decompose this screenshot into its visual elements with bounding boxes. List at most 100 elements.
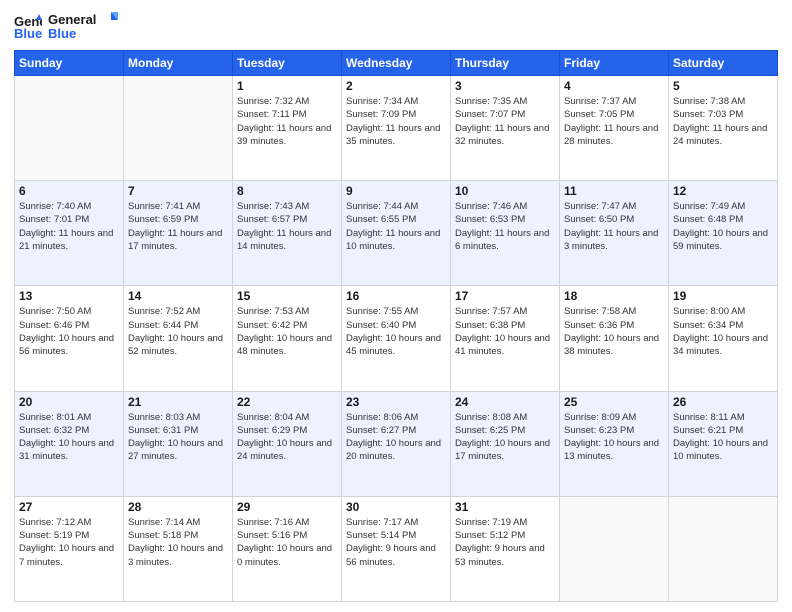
day-number: 17 (455, 289, 555, 303)
calendar-week-row: 27 Sunrise: 7:12 AM Sunset: 5:19 PM Dayli… (15, 496, 778, 601)
calendar-cell: 7 Sunrise: 7:41 AM Sunset: 6:59 PM Daylig… (124, 181, 233, 286)
calendar-cell: 2 Sunrise: 7:34 AM Sunset: 7:09 PM Daylig… (342, 76, 451, 181)
day-info: Sunrise: 7:35 AM Sunset: 7:07 PM Dayligh… (455, 95, 555, 148)
page: General Blue General Blue SundayMondayTu… (0, 0, 792, 612)
calendar-cell: 5Sunrise: 7:38 AM Sunset: 7:03 PM Daylig… (669, 76, 778, 181)
calendar-cell: 17Sunrise: 7:57 AM Sunset: 6:38 PM Dayli… (451, 286, 560, 391)
day-info: Sunrise: 8:03 AM Sunset: 6:31 PM Dayligh… (128, 411, 228, 464)
day-number: 22 (237, 395, 337, 409)
calendar-cell: 18 Sunrise: 7:58 AM Sunset: 6:36 PM Dayli… (560, 286, 669, 391)
day-info: Sunrise: 7:43 AM Sunset: 6:57 PM Dayligh… (237, 200, 337, 253)
weekday-header: Saturday (669, 51, 778, 76)
day-info: Sunrise: 7:52 AM Sunset: 6:44 PM Dayligh… (128, 305, 228, 358)
calendar-cell: 16Sunrise: 7:55 AM Sunset: 6:40 PM Dayli… (342, 286, 451, 391)
day-info: Sunrise: 7:44 AM Sunset: 6:55 PM Dayligh… (346, 200, 446, 253)
calendar-cell: 25 Sunrise: 8:09 AM Sunset: 6:23 PM Dayli… (560, 391, 669, 496)
calendar-header-row: SundayMondayTuesdayWednesdayThursdayFrid… (15, 51, 778, 76)
day-info: Sunrise: 7:49 AM Sunset: 6:48 PM Dayligh… (673, 200, 773, 253)
svg-text:General: General (48, 12, 96, 27)
day-info: Sunrise: 7:16 AM Sunset: 5:16 PM Dayligh… (237, 516, 337, 569)
calendar-cell (669, 496, 778, 601)
day-info: Sunrise: 8:09 AM Sunset: 6:23 PM Dayligh… (564, 411, 664, 464)
weekday-header: Wednesday (342, 51, 451, 76)
calendar-cell (15, 76, 124, 181)
day-info: Sunrise: 7:58 AM Sunset: 6:36 PM Dayligh… (564, 305, 664, 358)
calendar-cell: 24 Sunrise: 8:08 AM Sunset: 6:25 PM Dayli… (451, 391, 560, 496)
day-info: Sunrise: 7:40 AM Sunset: 7:01 PM Dayligh… (19, 200, 119, 253)
calendar-cell: 19Sunrise: 8:00 AM Sunset: 6:34 PM Dayli… (669, 286, 778, 391)
day-number: 19 (673, 289, 773, 303)
calendar-cell: 26Sunrise: 8:11 AM Sunset: 6:21 PM Dayli… (669, 391, 778, 496)
calendar-cell: 1Sunrise: 7:32 AM Sunset: 7:11 PM Daylig… (233, 76, 342, 181)
calendar-cell: 27 Sunrise: 7:12 AM Sunset: 5:19 PM Dayli… (15, 496, 124, 601)
day-number: 30 (346, 500, 446, 514)
day-info: Sunrise: 7:14 AM Sunset: 5:18 PM Dayligh… (128, 516, 228, 569)
weekday-header: Monday (124, 51, 233, 76)
calendar-cell: 28Sunrise: 7:14 AM Sunset: 5:18 PM Dayli… (124, 496, 233, 601)
day-number: 15 (237, 289, 337, 303)
day-number: 7 (128, 184, 228, 198)
calendar-cell: 11 Sunrise: 7:47 AM Sunset: 6:50 PM Dayli… (560, 181, 669, 286)
day-number: 21 (128, 395, 228, 409)
day-number: 13 (19, 289, 119, 303)
day-number: 24 (455, 395, 555, 409)
day-number: 5 (673, 79, 773, 93)
day-info: Sunrise: 7:12 AM Sunset: 5:19 PM Dayligh… (19, 516, 119, 569)
day-info: Sunrise: 7:55 AM Sunset: 6:40 PM Dayligh… (346, 305, 446, 358)
calendar-cell: 4Sunrise: 7:37 AM Sunset: 7:05 PM Daylig… (560, 76, 669, 181)
calendar-cell: 21 Sunrise: 8:03 AM Sunset: 6:31 PM Dayli… (124, 391, 233, 496)
day-info: Sunrise: 7:53 AM Sunset: 6:42 PM Dayligh… (237, 305, 337, 358)
day-number: 2 (346, 79, 446, 93)
svg-text:Blue: Blue (14, 26, 42, 40)
calendar-cell (124, 76, 233, 181)
day-info: Sunrise: 7:47 AM Sunset: 6:50 PM Dayligh… (564, 200, 664, 253)
calendar-cell: 9Sunrise: 7:44 AM Sunset: 6:55 PM Daylig… (342, 181, 451, 286)
logo-icon: General Blue (14, 12, 42, 40)
day-number: 27 (19, 500, 119, 514)
calendar-week-row: 6 Sunrise: 7:40 AM Sunset: 7:01 PM Daylig… (15, 181, 778, 286)
weekday-header: Tuesday (233, 51, 342, 76)
calendar-cell: 15 Sunrise: 7:53 AM Sunset: 6:42 PM Dayli… (233, 286, 342, 391)
day-number: 12 (673, 184, 773, 198)
calendar-week-row: 20Sunrise: 8:01 AM Sunset: 6:32 PM Dayli… (15, 391, 778, 496)
day-info: Sunrise: 7:37 AM Sunset: 7:05 PM Dayligh… (564, 95, 664, 148)
calendar-week-row: 1Sunrise: 7:32 AM Sunset: 7:11 PM Daylig… (15, 76, 778, 181)
day-number: 8 (237, 184, 337, 198)
day-info: Sunrise: 8:08 AM Sunset: 6:25 PM Dayligh… (455, 411, 555, 464)
day-info: Sunrise: 7:46 AM Sunset: 6:53 PM Dayligh… (455, 200, 555, 253)
calendar-cell: 31 Sunrise: 7:19 AM Sunset: 5:12 PM Dayli… (451, 496, 560, 601)
calendar-cell: 6 Sunrise: 7:40 AM Sunset: 7:01 PM Daylig… (15, 181, 124, 286)
calendar-cell: 12 Sunrise: 7:49 AM Sunset: 6:48 PM Dayli… (669, 181, 778, 286)
calendar-cell: 14 Sunrise: 7:52 AM Sunset: 6:44 PM Dayli… (124, 286, 233, 391)
weekday-header: Friday (560, 51, 669, 76)
day-info: Sunrise: 8:06 AM Sunset: 6:27 PM Dayligh… (346, 411, 446, 464)
calendar-cell: 29Sunrise: 7:16 AM Sunset: 5:16 PM Dayli… (233, 496, 342, 601)
calendar-cell: 13Sunrise: 7:50 AM Sunset: 6:46 PM Dayli… (15, 286, 124, 391)
day-number: 26 (673, 395, 773, 409)
day-info: Sunrise: 7:19 AM Sunset: 5:12 PM Dayligh… (455, 516, 555, 569)
day-number: 18 (564, 289, 664, 303)
calendar-cell: 20Sunrise: 8:01 AM Sunset: 6:32 PM Dayli… (15, 391, 124, 496)
day-info: Sunrise: 8:01 AM Sunset: 6:32 PM Dayligh… (19, 411, 119, 464)
day-number: 3 (455, 79, 555, 93)
weekday-header: Sunday (15, 51, 124, 76)
calendar-cell: 3 Sunrise: 7:35 AM Sunset: 7:07 PM Daylig… (451, 76, 560, 181)
calendar-cell: 8 Sunrise: 7:43 AM Sunset: 6:57 PM Daylig… (233, 181, 342, 286)
day-number: 11 (564, 184, 664, 198)
day-number: 10 (455, 184, 555, 198)
day-number: 6 (19, 184, 119, 198)
day-info: Sunrise: 7:41 AM Sunset: 6:59 PM Dayligh… (128, 200, 228, 253)
calendar-cell (560, 496, 669, 601)
day-number: 25 (564, 395, 664, 409)
calendar-cell: 22Sunrise: 8:04 AM Sunset: 6:29 PM Dayli… (233, 391, 342, 496)
day-number: 23 (346, 395, 446, 409)
calendar-cell: 23 Sunrise: 8:06 AM Sunset: 6:27 PM Dayli… (342, 391, 451, 496)
day-info: Sunrise: 7:34 AM Sunset: 7:09 PM Dayligh… (346, 95, 446, 148)
day-number: 14 (128, 289, 228, 303)
svg-text:Blue: Blue (48, 26, 76, 41)
header: General Blue General Blue (14, 10, 778, 42)
calendar-week-row: 13Sunrise: 7:50 AM Sunset: 6:46 PM Dayli… (15, 286, 778, 391)
weekday-header: Thursday (451, 51, 560, 76)
day-info: Sunrise: 7:32 AM Sunset: 7:11 PM Dayligh… (237, 95, 337, 148)
day-number: 31 (455, 500, 555, 514)
